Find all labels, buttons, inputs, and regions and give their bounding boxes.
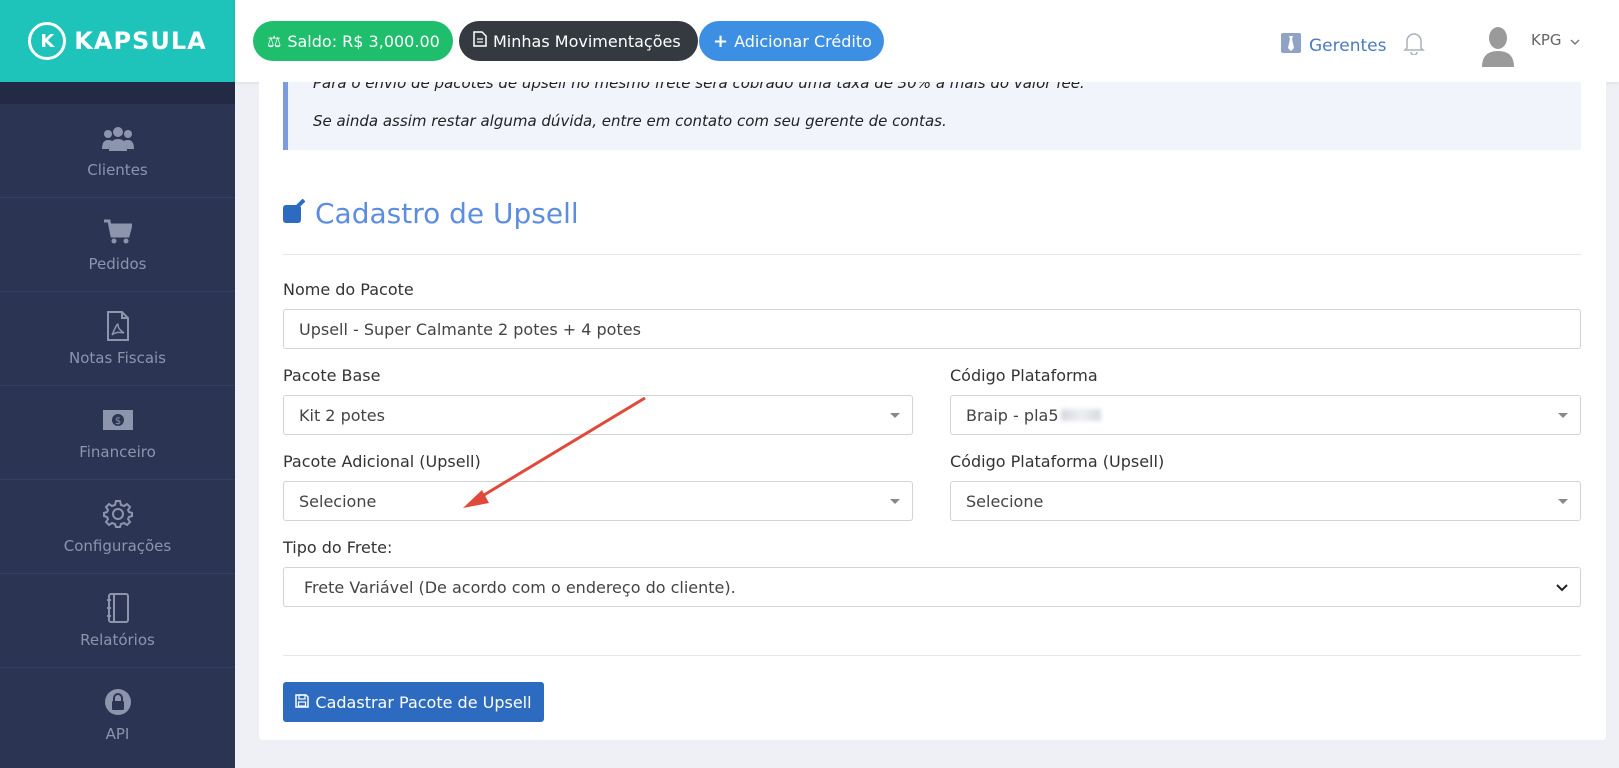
- user-name: KPG: [1531, 31, 1562, 49]
- submit-label: Cadastrar Pacote de Upsell: [315, 692, 532, 712]
- saldo-label: Saldo: R$ 3,000.00: [287, 31, 440, 51]
- sidebar-item-relatorios[interactable]: Relatórios: [0, 574, 235, 668]
- caret-down-icon: [890, 499, 900, 504]
- adicionar-label: Adicionar Crédito: [734, 31, 872, 51]
- nome-pacote-value: Upsell - Super Calmante 2 potes + 4 pote…: [299, 319, 641, 339]
- scale-icon: ⚖: [267, 31, 282, 51]
- brand-name: KAPSULA: [74, 27, 207, 55]
- cart-icon: [101, 217, 135, 247]
- codigo-plataforma-upsell-value: Selecione: [966, 491, 1044, 511]
- tipo-frete-select[interactable]: Frete Variável (De acordo com o endereço…: [283, 567, 1581, 607]
- codigo-plataforma-select[interactable]: Braip - pla5: [950, 395, 1581, 435]
- pacote-base-value: Kit 2 potes: [299, 405, 385, 425]
- caret-down-icon: [1558, 413, 1568, 418]
- sidebar-item-label: Configurações: [63, 536, 172, 555]
- bell-icon[interactable]: [1403, 31, 1425, 59]
- sidebar-item-notas-fiscais[interactable]: Notas Fiscais: [0, 292, 235, 386]
- pacote-base-select[interactable]: Kit 2 potes: [283, 395, 913, 435]
- codigo-plataforma-label: Código Plataforma: [950, 366, 1098, 385]
- pacote-adicional-label: Pacote Adicional (Upsell): [283, 452, 481, 471]
- edit-square-icon: [283, 197, 306, 230]
- sidebar-item-label: Financeiro: [79, 442, 156, 461]
- money-icon: $: [101, 405, 135, 435]
- tipo-frete-label: Tipo do Frete:: [283, 538, 393, 557]
- info-notice: Para o envio de pacotes de upsell no mes…: [283, 82, 1581, 150]
- sidebar-item-label: Clientes: [87, 160, 148, 179]
- tipo-frete-value: Frete Variável (De acordo com o endereço…: [304, 577, 736, 597]
- caret-down-icon: [890, 413, 900, 418]
- sidebar: K KAPSULA Clientes Pedidos Notas Fiscais…: [0, 0, 235, 768]
- user-menu[interactable]: KPG: [1531, 31, 1580, 49]
- gerentes-link[interactable]: Gerentes: [1281, 33, 1386, 58]
- svg-text:$: $: [114, 416, 120, 427]
- movimentacoes-button[interactable]: Minhas Movimentações: [459, 21, 698, 61]
- pdf-file-icon: [101, 310, 135, 341]
- sidebar-item-pedidos[interactable]: Pedidos: [0, 198, 235, 292]
- page-title: Cadastro de Upsell: [283, 197, 579, 230]
- redacted-blur: [1060, 409, 1101, 421]
- sidebar-item-clientes[interactable]: Clientes: [0, 104, 235, 198]
- pacote-adicional-select[interactable]: Selecione: [283, 481, 913, 521]
- pacote-adicional-value: Selecione: [299, 491, 377, 511]
- notice-text: Se ainda assim restar alguma dúvida, ent…: [313, 112, 947, 130]
- sidebar-item-configuracoes[interactable]: Configurações: [0, 480, 235, 574]
- kapsula-logo-icon: K: [28, 22, 67, 60]
- saldo-button[interactable]: ⚖ Saldo: R$ 3,000.00: [253, 21, 453, 61]
- divider: [283, 254, 1581, 255]
- chevron-down-icon: [1556, 580, 1568, 596]
- sidebar-strip: [0, 82, 235, 104]
- nome-pacote-input[interactable]: Upsell - Super Calmante 2 potes + 4 pote…: [283, 309, 1581, 349]
- avatar[interactable]: [1481, 25, 1515, 67]
- content-card: Para o envio de pacotes de upsell no mes…: [259, 82, 1606, 740]
- pacote-base-label: Pacote Base: [283, 366, 381, 385]
- top-header: ⚖ Saldo: R$ 3,000.00 Minhas Movimentaçõe…: [235, 0, 1619, 82]
- page-title-text: Cadastro de Upsell: [315, 197, 579, 230]
- adicionar-credito-button[interactable]: + Adicionar Crédito: [699, 21, 884, 61]
- movimentacoes-label: Minhas Movimentações: [493, 31, 681, 51]
- notebook-icon: [101, 592, 135, 623]
- sidebar-item-financeiro[interactable]: $ Financeiro: [0, 386, 235, 480]
- document-icon: [473, 31, 487, 51]
- users-icon: [101, 123, 135, 153]
- sidebar-item-label: Relatórios: [80, 630, 155, 649]
- tie-icon: [1281, 33, 1301, 58]
- plus-icon: +: [713, 30, 729, 52]
- caret-down-icon: [1558, 499, 1568, 504]
- lock-icon: [101, 687, 135, 717]
- nome-pacote-label: Nome do Pacote: [283, 280, 414, 299]
- sidebar-item-api[interactable]: API: [0, 668, 235, 762]
- sidebar-item-label: Notas Fiscais: [69, 348, 166, 367]
- gear-icon: [101, 499, 135, 529]
- gerentes-label: Gerentes: [1309, 35, 1387, 56]
- brand-logo[interactable]: K KAPSULA: [0, 0, 235, 82]
- divider: [283, 655, 1581, 656]
- codigo-plataforma-upsell-label: Código Plataforma (Upsell): [950, 452, 1165, 471]
- chevron-down-icon: [1570, 31, 1580, 49]
- codigo-plataforma-value: Braip - pla5: [966, 405, 1059, 425]
- cadastrar-upsell-button[interactable]: Cadastrar Pacote de Upsell: [283, 682, 544, 722]
- notice-cut-line: Para o envio de pacotes de upsell no mes…: [313, 82, 1085, 92]
- sidebar-item-label: API: [105, 725, 130, 743]
- sidebar-item-label: Pedidos: [88, 254, 147, 273]
- save-icon: [295, 693, 310, 712]
- codigo-plataforma-upsell-select[interactable]: Selecione: [950, 481, 1581, 521]
